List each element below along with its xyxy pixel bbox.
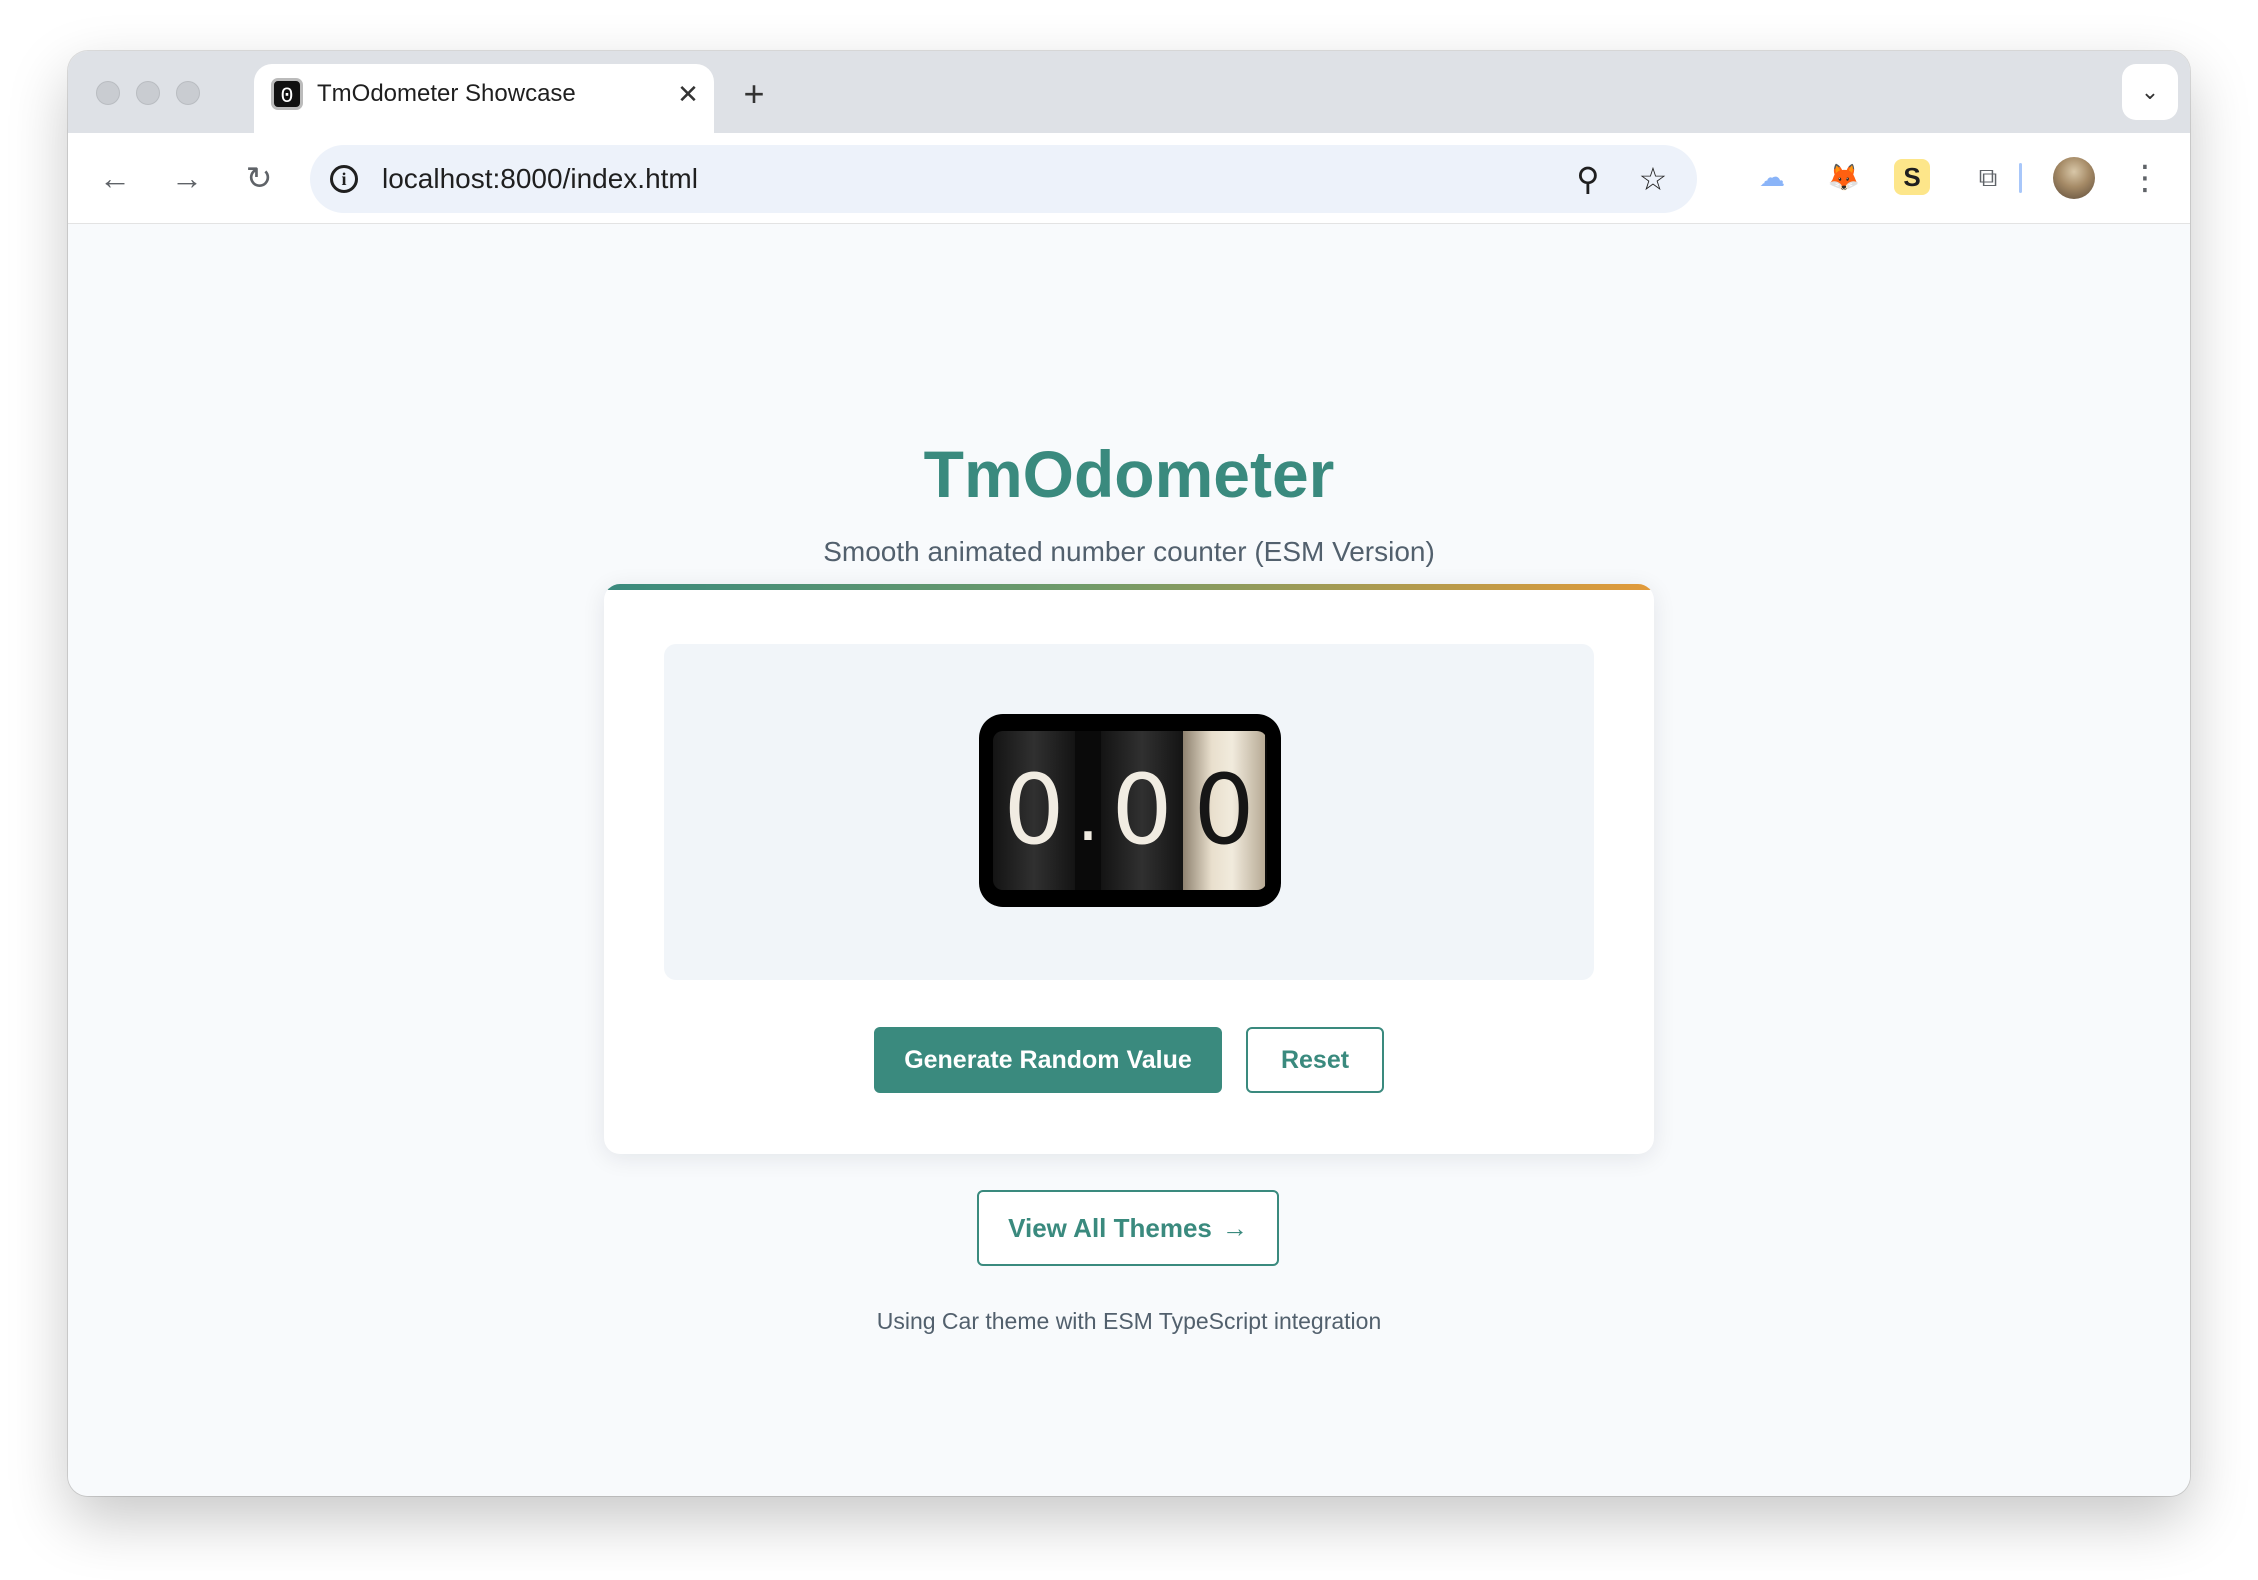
odometer-face: 0 . 0 0	[993, 731, 1267, 890]
odometer-favicon-icon: 0	[271, 78, 303, 110]
odometer: 0 . 0 0	[979, 714, 1281, 907]
bookmark-star-icon[interactable]: ☆	[1633, 159, 1673, 199]
odometer-digit-light: 0	[1183, 731, 1265, 890]
browser-window: 0 TmOdometer Showcase ✕ + ⌄ ← → ↻ i loca…	[68, 51, 2190, 1496]
tab-title: TmOdometer Showcase	[317, 80, 576, 107]
odometer-decimal-point: .	[1076, 775, 1100, 857]
profile-avatar[interactable]	[2053, 157, 2095, 199]
card-accent-bar	[604, 584, 1654, 590]
back-arrow-icon[interactable]: ←	[90, 153, 140, 203]
browser-toolbar: ← → ↻ i localhost:8000/index.html ⚲ ☆ ☁ …	[68, 133, 2190, 224]
page-content: TmOdometer Smooth animated number counte…	[68, 224, 2190, 1496]
zoom-icon[interactable]: ⚲	[1568, 159, 1608, 199]
active-tab[interactable]: 0 TmOdometer Showcase ✕	[254, 64, 714, 133]
s-extension-icon[interactable]: S	[1894, 159, 1930, 195]
reset-button[interactable]: Reset	[1246, 1027, 1384, 1093]
close-tab-icon[interactable]: ✕	[672, 78, 704, 110]
odometer-digit: 0	[1101, 731, 1183, 890]
site-info-icon[interactable]: i	[330, 165, 358, 193]
tab-search-dropdown-icon[interactable]: ⌄	[2122, 64, 2178, 120]
tab-strip: 0 TmOdometer Showcase ✕ + ⌄	[68, 51, 2190, 133]
page-subtitle: Smooth animated number counter (ESM Vers…	[823, 536, 1435, 567]
view-all-themes-link[interactable]: View All Themes →	[977, 1190, 1279, 1266]
odometer-card: 0 . 0 0 Generate Random Value Reset	[604, 584, 1654, 1154]
reload-icon[interactable]: ↻	[234, 153, 284, 203]
close-window-dot[interactable]	[96, 81, 120, 105]
address-bar[interactable]: i localhost:8000/index.html ⚲ ☆	[310, 145, 1697, 213]
footer-note: Using Car theme with ESM TypeScript inte…	[876, 1308, 1382, 1334]
odometer-display-area: 0 . 0 0	[664, 644, 1594, 980]
maximize-window-dot[interactable]	[176, 81, 200, 105]
page-title: TmOdometer	[923, 437, 1335, 511]
url-text[interactable]: localhost:8000/index.html	[382, 161, 698, 197]
browser-menu-icon[interactable]: ⋮	[2128, 155, 2162, 201]
toolbar-separator	[2019, 163, 2022, 193]
odometer-digit: 0	[993, 731, 1075, 890]
minimize-window-dot[interactable]	[136, 81, 160, 105]
new-tab-icon[interactable]: +	[736, 76, 772, 113]
forward-arrow-icon[interactable]: →	[162, 153, 212, 203]
generate-random-value-button[interactable]: Generate Random Value	[874, 1027, 1222, 1093]
cloud-extension-icon[interactable]: ☁	[1750, 155, 1794, 199]
puzzle-extensions-icon[interactable]: ⧉	[1966, 155, 2010, 199]
fox-extension-icon[interactable]: 🦊	[1822, 155, 1866, 199]
arrow-right-icon: →	[1221, 1213, 1248, 1243]
view-all-themes-label: View All Themes	[1008, 1213, 1212, 1243]
